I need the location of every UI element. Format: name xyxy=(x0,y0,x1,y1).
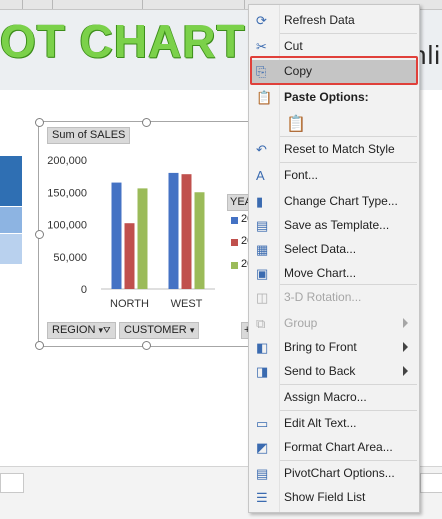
menu-item-paste-options: 📋 Paste Options: xyxy=(250,86,418,109)
menu-separator xyxy=(280,33,417,34)
legend-swatch xyxy=(231,262,238,269)
resize-handle[interactable] xyxy=(35,230,44,239)
x-category-label: WEST xyxy=(171,298,203,310)
customer-filter-label: CUSTOMER xyxy=(124,324,187,336)
submenu-arrow-icon xyxy=(403,318,408,328)
menu-item-send-to-back[interactable]: ◨ Send to Back xyxy=(250,360,418,383)
alt-text-icon: ▭ xyxy=(256,416,269,431)
menu-item-label: Refresh Data xyxy=(284,13,355,27)
menu-item-bring-to-front[interactable]: ◧ Bring to Front xyxy=(250,336,418,359)
resize-handle[interactable] xyxy=(35,341,44,350)
legend-swatch xyxy=(231,239,238,246)
menu-item-label: Move Chart... xyxy=(284,266,357,280)
menu-separator xyxy=(280,162,417,163)
pivot-options-icon: ▤ xyxy=(256,466,269,481)
send-back-icon: ◨ xyxy=(256,364,269,379)
y-tick-label: 200,000 xyxy=(47,155,87,167)
bar-west-2 xyxy=(194,192,205,289)
x-category-label: NORTH xyxy=(110,298,149,310)
paste-icon: 📋 xyxy=(256,90,273,105)
move-chart-icon: ▣ xyxy=(256,266,269,281)
menu-item-paste-option[interactable]: 📋 xyxy=(250,110,418,133)
menu-item-show-field-list[interactable]: ☰ Show Field List xyxy=(250,486,418,509)
menu-item-assign-macro[interactable]: Assign Macro... xyxy=(250,386,418,409)
customer-filter-button[interactable]: CUSTOMER ▾ xyxy=(119,322,200,339)
filter-icon: ▾⛛ xyxy=(98,325,111,335)
menu-item-cut[interactable]: ✂ Cut xyxy=(250,35,418,58)
field-list-icon: ☰ xyxy=(256,490,268,505)
menu-separator xyxy=(280,284,417,285)
reset-style-icon: ↶ xyxy=(256,142,267,157)
scissors-icon: ✂ xyxy=(256,39,267,54)
pivot-chart[interactable]: Sum of SALES 0 50,000 100,000 150,000 200,00… xyxy=(35,118,256,350)
menu-item-move-chart[interactable]: ▣ Move Chart... xyxy=(250,262,418,285)
bar-north-0 xyxy=(111,182,122,289)
menu-item-label: Reset to Match Style xyxy=(284,142,395,156)
font-icon: A xyxy=(256,168,265,183)
table-fragment xyxy=(0,156,22,264)
banner-title: OT CHART xyxy=(0,15,246,67)
menu-item-label: Assign Macro... xyxy=(284,390,367,404)
format-area-icon: ◩ xyxy=(256,440,269,455)
resize-handle[interactable] xyxy=(35,118,44,127)
menu-item-label: Group xyxy=(284,316,318,330)
chevron-down-icon: ▾ xyxy=(189,325,195,335)
menu-item-label: Cut xyxy=(284,39,303,53)
menu-item-reset-to-match-style[interactable]: ↶ Reset to Match Style xyxy=(250,138,418,161)
menu-item-select-data[interactable]: ▦ Select Data... xyxy=(250,238,418,261)
menu-item-label: Save as Template... xyxy=(284,218,390,232)
scroll-box[interactable] xyxy=(420,473,442,493)
menu-item-label: PivotChart Options... xyxy=(284,466,395,480)
menu-item-label: Paste Options: xyxy=(284,90,369,104)
bar-west-0 xyxy=(168,172,179,289)
y-tick-label: 150,000 xyxy=(47,187,87,199)
menu-item-label: Bring to Front xyxy=(284,340,357,354)
menu-separator xyxy=(280,384,417,385)
bring-front-icon: ◧ xyxy=(256,340,269,355)
select-data-icon: ▦ xyxy=(256,242,269,257)
menu-item-label: Format Chart Area... xyxy=(284,440,393,454)
menu-item-group[interactable]: ⧉ Group xyxy=(250,312,418,335)
menu-item-label: Edit Alt Text... xyxy=(284,416,357,430)
sheet-nav-box[interactable] xyxy=(0,473,24,493)
menu-item-change-chart-type[interactable]: ▮ Change Chart Type... xyxy=(250,190,418,213)
menu-item-label: Send to Back xyxy=(284,364,356,378)
menu-item-label: Change Chart Type... xyxy=(284,194,398,208)
bar-north-2 xyxy=(137,188,148,289)
menu-separator xyxy=(280,410,417,411)
menu-item-label: Select Data... xyxy=(284,242,357,256)
resize-handle[interactable] xyxy=(142,118,151,127)
chart-plot-area: 0 50,000 100,000 150,000 200,000 NORTH WEST xyxy=(47,155,215,310)
menu-item-label: 3-D Rotation... xyxy=(284,290,362,304)
menu-item-pivotchart-options[interactable]: ▤ PivotChart Options... xyxy=(250,462,418,485)
menu-item-refresh-data[interactable]: ⟳ Refresh Data xyxy=(250,9,418,32)
submenu-arrow-icon xyxy=(403,342,408,352)
y-tick-label: 50,000 xyxy=(53,252,87,264)
region-filter-label: REGION xyxy=(52,324,96,336)
resize-handle[interactable] xyxy=(142,341,151,350)
bar-west-1 xyxy=(181,174,192,289)
legend-swatch xyxy=(231,217,238,224)
menu-item-label: Font... xyxy=(284,168,319,182)
template-icon: ▤ xyxy=(256,218,269,233)
menu-separator xyxy=(280,136,417,137)
menu-separator xyxy=(280,460,417,461)
copy-highlight-box xyxy=(250,56,418,85)
region-filter-button[interactable]: REGION ▾⛛ xyxy=(47,322,116,339)
submenu-arrow-icon xyxy=(403,366,408,376)
group-icon: ⧉ xyxy=(256,316,266,331)
refresh-icon: ⟳ xyxy=(256,13,267,28)
paste-option-icon: 📋 xyxy=(286,116,306,133)
chart-type-icon: ▮ xyxy=(256,194,264,209)
menu-item-3-d-rotation[interactable]: ◫ 3-D Rotation... xyxy=(250,286,418,309)
menu-item-format-chart-area[interactable]: ◩ Format Chart Area... xyxy=(250,436,418,459)
rotation-icon: ◫ xyxy=(256,290,269,305)
menu-item-save-as-template[interactable]: ▤ Save as Template... xyxy=(250,214,418,237)
y-tick-label: 100,000 xyxy=(47,220,87,232)
bar-north-1 xyxy=(124,223,135,289)
menu-item-label: Show Field List xyxy=(284,490,366,504)
y-tick-label: 0 xyxy=(81,284,87,296)
menu-item-edit-alt-text[interactable]: ▭ Edit Alt Text... xyxy=(250,412,418,435)
menu-item-font[interactable]: A Font... xyxy=(250,164,418,187)
